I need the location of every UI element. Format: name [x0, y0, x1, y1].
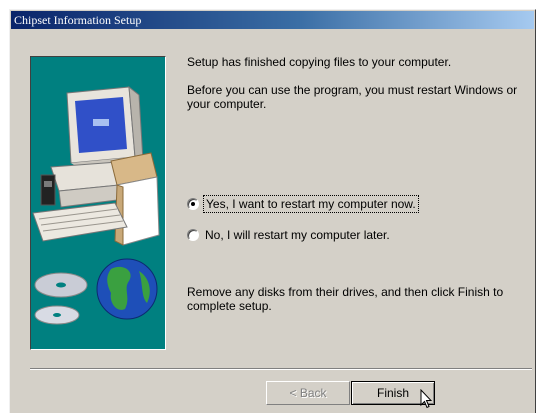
status-message: Setup has finished copying files to your… — [187, 55, 452, 69]
restart-later-label[interactable]: No, I will restart my computer later. — [205, 228, 390, 242]
setup-dialog: Chipset Information Setup Setup has fini… — [9, 9, 536, 413]
restart-now-label[interactable]: Yes, I want to restart my computer now. — [203, 195, 419, 213]
restart-now-option[interactable]: Yes, I want to restart my computer now. — [187, 195, 419, 213]
restart-instruction: Before you can use the program, you must… — [187, 83, 518, 111]
arrow-cursor-icon — [420, 389, 432, 409]
computer-cd-globe-illustration — [32, 85, 160, 325]
restart-later-option[interactable]: No, I will restart my computer later. — [187, 227, 390, 243]
setup-illustration — [30, 56, 166, 350]
restart-now-radio[interactable] — [187, 198, 199, 210]
remove-disks-message: Remove any disks from their drives, and … — [187, 285, 504, 313]
title-bar[interactable]: Chipset Information Setup — [11, 11, 534, 29]
back-button[interactable]: < Back — [266, 381, 350, 405]
restart-later-radio[interactable] — [187, 229, 199, 241]
window-title: Chipset Information Setup — [14, 13, 142, 27]
button-separator — [30, 368, 532, 370]
